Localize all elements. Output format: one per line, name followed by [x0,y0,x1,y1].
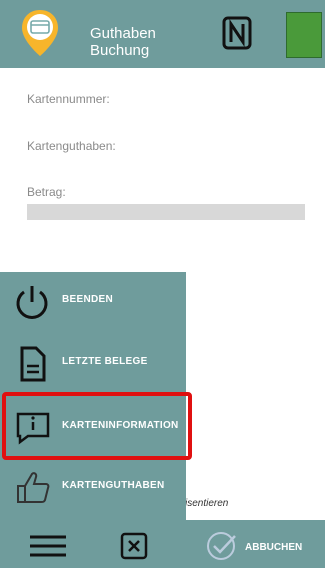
menu-label: LETZTE BELEGE [62,356,148,367]
menu-item-beenden[interactable]: BEENDEN [0,272,186,332]
card-number-label: Kartennummer: [27,92,110,106]
bottom-bar: ABBUCHEN [0,520,325,568]
obscured-text: isentieren [185,498,229,509]
power-icon [16,286,48,319]
side-menu: BEENDEN LETZTE BELEGE KARTENINFORMATION … [0,272,186,520]
amount-label: Betrag: [27,185,66,199]
menu-label: KARTENINFORMATION [62,420,179,431]
app-header: Guthaben Buchung [0,0,325,68]
card-balance-label: Kartenguthaben: [27,139,116,153]
menu-label: KARTENGUTHABEN [62,480,165,491]
document-icon [20,346,46,382]
abbuchen-button[interactable]: ABBUCHEN [205,530,325,562]
title-line-1: Guthaben [90,25,156,42]
hamburger-menu-icon[interactable] [28,534,68,558]
check-circle-icon [207,532,236,560]
thumbs-up-icon [17,472,50,503]
menu-item-karteninformation[interactable]: KARTENINFORMATION [0,398,186,458]
title-line-2: Buchung [90,42,150,59]
nfc-icon [222,16,252,50]
abbuchen-label: ABBUCHEN [245,542,303,553]
menu-label: BEENDEN [62,294,113,305]
close-icon[interactable] [120,532,148,560]
info-message-icon [16,412,50,445]
menu-item-letzte-belege[interactable]: LETZTE BELEGE [0,334,186,394]
page-title: Guthaben Buchung [90,25,156,59]
card-logo-icon [22,10,58,56]
menu-item-kartenguthaben[interactable]: KARTENGUTHABEN [0,458,186,518]
status-indicator [286,12,322,58]
amount-input[interactable] [27,204,305,220]
